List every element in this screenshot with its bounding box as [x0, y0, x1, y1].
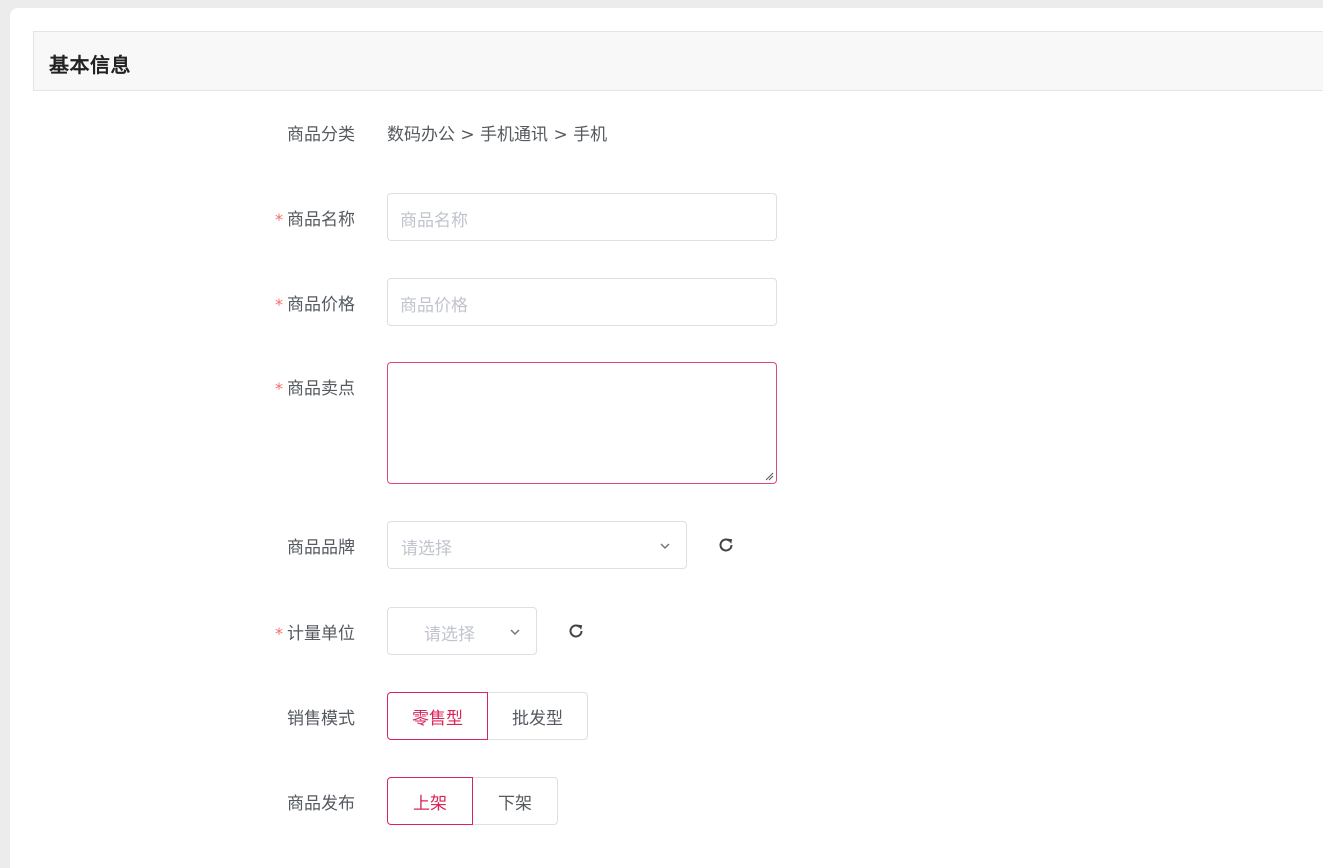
product-price-placeholder: 商品价格: [400, 296, 468, 316]
required-mark: *: [275, 295, 283, 314]
sales-mode-label: 销售模式: [287, 709, 355, 729]
required-mark: *: [275, 379, 283, 398]
sales-mode-wholesale-option[interactable]: 批发型: [488, 692, 588, 740]
category-label-text: 商品分类: [287, 125, 355, 145]
publish-off-shelf-option[interactable]: 下架: [473, 777, 558, 825]
brand-select[interactable]: 请选择: [387, 521, 687, 569]
publish-label: 商品发布: [287, 794, 355, 814]
selling-point-label: * 商品卖点: [275, 374, 355, 399]
unit-label-text: 计量单位: [287, 624, 355, 644]
sales-mode-retail-option[interactable]: 零售型: [387, 692, 488, 740]
section-header: 基本信息: [33, 31, 1323, 91]
resize-grip-icon[interactable]: [764, 471, 774, 481]
selling-point-textarea[interactable]: [387, 362, 777, 484]
product-name-placeholder: 商品名称: [400, 211, 468, 231]
name-label-text: 商品名称: [287, 210, 355, 230]
brand-label: 商品品牌: [287, 538, 355, 558]
required-mark: *: [275, 624, 283, 643]
required-mark: *: [275, 210, 283, 229]
section-title: 基本信息: [49, 53, 131, 77]
publish-on-shelf-option[interactable]: 上架: [387, 777, 473, 825]
product-price-input[interactable]: 商品价格: [387, 278, 777, 326]
refresh-icon[interactable]: [566, 621, 586, 641]
name-label: * 商品名称: [275, 205, 355, 230]
unit-label: * 计量单位: [275, 619, 355, 644]
sales-mode-radio-group: 零售型 批发型: [387, 692, 588, 740]
category-label: 商品分类: [287, 120, 355, 145]
chevron-down-icon: [510, 629, 520, 636]
brand-select-placeholder: 请选择: [401, 539, 452, 559]
product-name-input[interactable]: 商品名称: [387, 193, 777, 241]
selling-point-label-text: 商品卖点: [287, 379, 355, 399]
page-container: 基本信息 商品分类 数码办公 > 手机通讯 > 手机 * 商品名称 商品名称 * 商…: [10, 8, 1323, 868]
price-label: * 商品价格: [275, 290, 355, 315]
publish-radio-group: 上架 下架: [387, 777, 558, 825]
price-label-text: 商品价格: [287, 295, 355, 315]
category-value: 数码办公 > 手机通讯 > 手机: [387, 125, 608, 145]
unit-select-placeholder: 请选择: [424, 625, 475, 645]
refresh-icon[interactable]: [716, 535, 736, 555]
unit-select[interactable]: 请选择: [387, 607, 537, 655]
chevron-down-icon: [660, 543, 670, 550]
